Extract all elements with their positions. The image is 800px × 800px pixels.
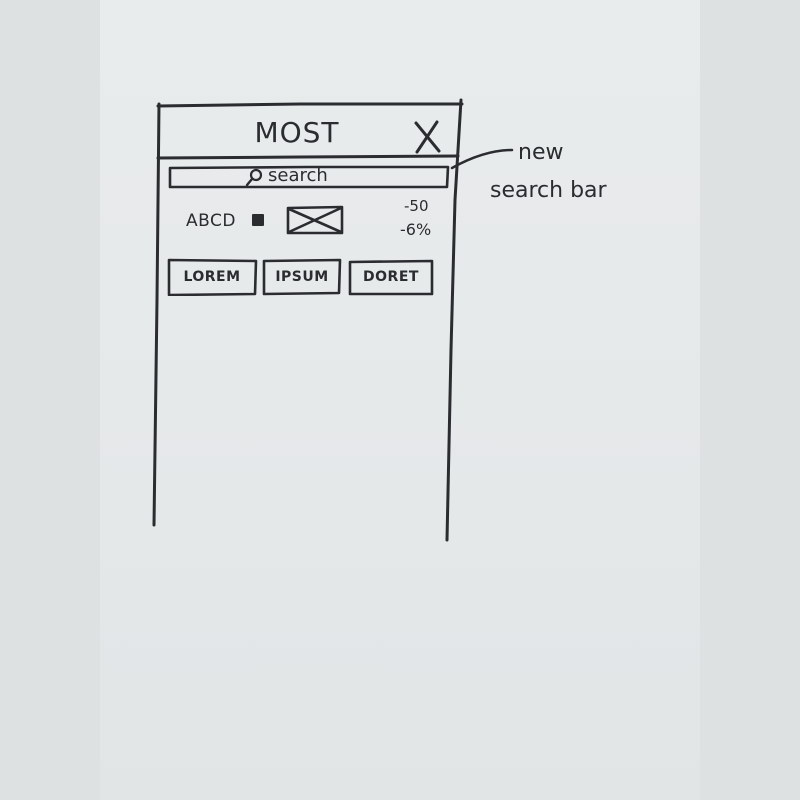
page-title: MOST: [254, 116, 340, 149]
checkbox-icon[interactable]: [252, 214, 264, 226]
annotation-line-1: new: [518, 140, 564, 165]
doret-button[interactable]: DORET: [348, 258, 434, 296]
lorem-button[interactable]: LOREM: [166, 258, 258, 297]
search-placeholder: search: [268, 165, 328, 186]
price-value: -50: [404, 197, 429, 215]
doret-button-label: DORET: [363, 269, 419, 285]
lorem-button-label: LOREM: [183, 269, 241, 285]
discount-value: -6%: [400, 220, 432, 239]
image-placeholder-icon: [286, 205, 344, 235]
ipsum-button[interactable]: IPSUM: [262, 258, 342, 296]
ipsum-button-label: IPSUM: [275, 269, 329, 285]
search-icon: [245, 168, 263, 187]
wireframe-outline: [152, 98, 514, 542]
item-label: ABCD: [186, 211, 236, 231]
close-icon[interactable]: [412, 120, 442, 154]
annotation-line-2: search bar: [490, 178, 607, 203]
